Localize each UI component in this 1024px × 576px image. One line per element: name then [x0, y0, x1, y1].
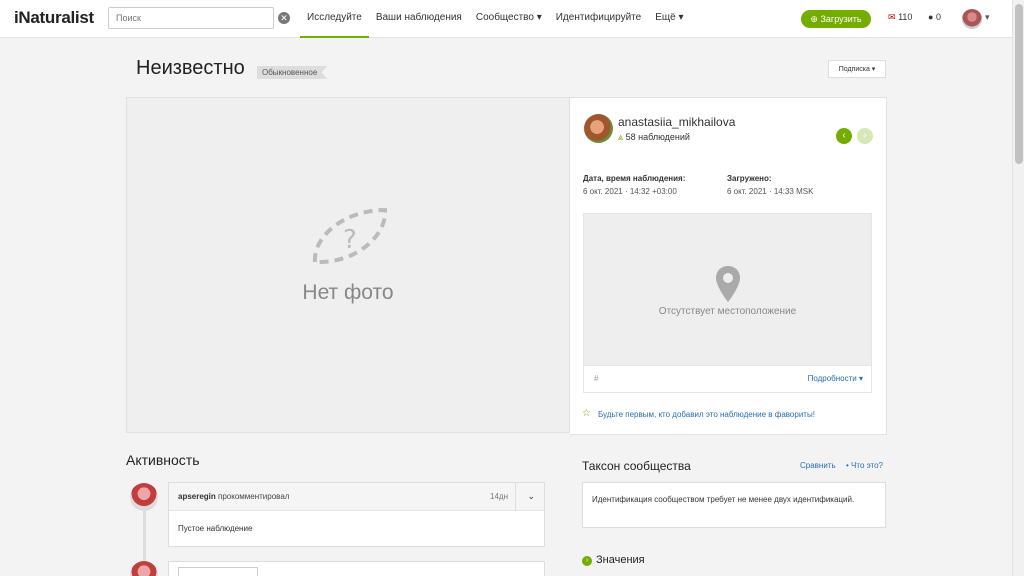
compare-link[interactable]: Сравнить — [800, 461, 836, 470]
upload-label: Загрузить — [820, 14, 862, 24]
community-taxon-box: Идентификация сообществом требует не мен… — [582, 482, 886, 528]
uploaded-date-label: Загружено: — [727, 174, 772, 183]
binoculars-icon: ⩓ — [618, 132, 624, 142]
notifications-link[interactable]: ● 0 — [928, 12, 941, 22]
comment-action: прокомментировал — [218, 492, 290, 501]
commenter-avatar[interactable] — [130, 483, 158, 511]
comment-header-divider — [515, 483, 516, 511]
add-comment-card — [168, 561, 545, 576]
comment-card: apseregin прокомментировал 14дн ⌄ Пустое… — [168, 482, 545, 547]
star-icon[interactable]: ☆ — [582, 408, 591, 419]
page-title: Неизвестно — [136, 57, 245, 79]
activity-heading: Активность — [126, 452, 200, 468]
envelope-icon: ✉ — [888, 12, 896, 22]
values-heading[interactable]: Значения — [596, 554, 645, 566]
next-observation-button[interactable]: › — [857, 128, 873, 144]
search-input[interactable] — [108, 7, 274, 29]
nav-explore[interactable]: Исследуйте — [300, 0, 369, 38]
messages-count: 110 — [898, 12, 913, 22]
notifications-count: 0 — [935, 12, 941, 22]
inaturalist-logo[interactable]: iNaturalist — [14, 8, 94, 28]
top-navbar: iNaturalist ✕ Исследуйте Ваши наблюдения… — [0, 0, 1012, 38]
subscribe-dropdown[interactable]: Подписка ▾ — [828, 60, 886, 78]
no-location-text: Отсутствует местоположение — [658, 306, 797, 317]
photo-panel: ? Нет фото — [126, 97, 570, 433]
clear-search-icon[interactable]: ✕ — [278, 12, 290, 24]
comment-username[interactable]: apseregin — [178, 492, 216, 501]
nav-your-observations[interactable]: Ваши наблюдения — [369, 0, 469, 38]
comment-body: Пустое наблюдение — [178, 524, 253, 533]
observer-username[interactable]: anastasiia_mikhailova — [618, 115, 735, 129]
main-nav: Исследуйте Ваши наблюдения Сообщество ▾ … — [300, 0, 690, 38]
observation-count-label: 58 наблюдений — [625, 132, 690, 142]
what-is-this-link[interactable]: • Что это? — [846, 461, 883, 470]
location-map: Отсутствует местоположение — [583, 213, 872, 366]
comment-time: 14дн — [490, 492, 508, 501]
what-is-this-label: Что это? — [851, 461, 883, 470]
comment-tab[interactable] — [178, 567, 258, 576]
upload-icon: ⊕ — [810, 14, 821, 24]
nav-community[interactable]: Сообщество ▾ — [469, 0, 549, 38]
page-scrollbar[interactable] — [1012, 0, 1024, 576]
map-footer: # Подробности ▾ — [583, 366, 872, 393]
svg-text:?: ? — [343, 225, 357, 255]
previous-observation-button[interactable]: ‹ — [836, 128, 852, 144]
uploaded-date-value: 6 окт. 2021 · 14:33 MSK — [727, 187, 814, 196]
favorite-link[interactable]: Будьте первым, кто добавил это наблюдени… — [598, 410, 815, 419]
comment-header: apseregin прокомментировал 14дн ⌄ — [169, 483, 544, 511]
quality-grade-badge: Обыкновенное — [257, 66, 328, 79]
details-dropdown-link[interactable]: Подробности ▾ — [808, 374, 863, 383]
messages-link[interactable]: ✉ 110 — [888, 12, 912, 23]
nav-identify[interactable]: Идентифицируйте — [549, 0, 648, 38]
unknown-taxon-icon: ? — [312, 207, 388, 265]
observed-date-value: 6 окт. 2021 · 14:32 +03:00 — [583, 187, 677, 196]
observation-details-panel: anastasiia_mikhailova ⩓ 58 наблюдений ‹ … — [570, 97, 887, 435]
comment-icon: ● — [928, 12, 934, 22]
upload-button[interactable]: ⊕ Загрузить — [801, 10, 871, 28]
scrollbar-thumb[interactable] — [1015, 4, 1023, 164]
map-pin-icon — [716, 266, 740, 302]
nav-more[interactable]: Ещё ▾ — [648, 0, 690, 38]
no-photo-text: Нет фото — [302, 281, 394, 304]
expand-icon[interactable]: › — [582, 556, 592, 566]
observer-avatar[interactable] — [584, 114, 613, 143]
chevron-down-icon[interactable]: ▾ — [985, 12, 990, 23]
observer-observation-count[interactable]: ⩓ 58 наблюдений — [618, 132, 690, 143]
current-user-avatar — [130, 561, 158, 576]
chevron-down-icon[interactable]: ⌄ — [527, 491, 535, 502]
observed-date-label: Дата, время наблюдения: — [583, 174, 686, 183]
activity-timeline — [143, 511, 146, 561]
community-taxon-heading: Таксон сообщества — [582, 459, 691, 473]
hash-icon: # — [594, 374, 599, 383]
user-avatar[interactable] — [962, 9, 982, 29]
